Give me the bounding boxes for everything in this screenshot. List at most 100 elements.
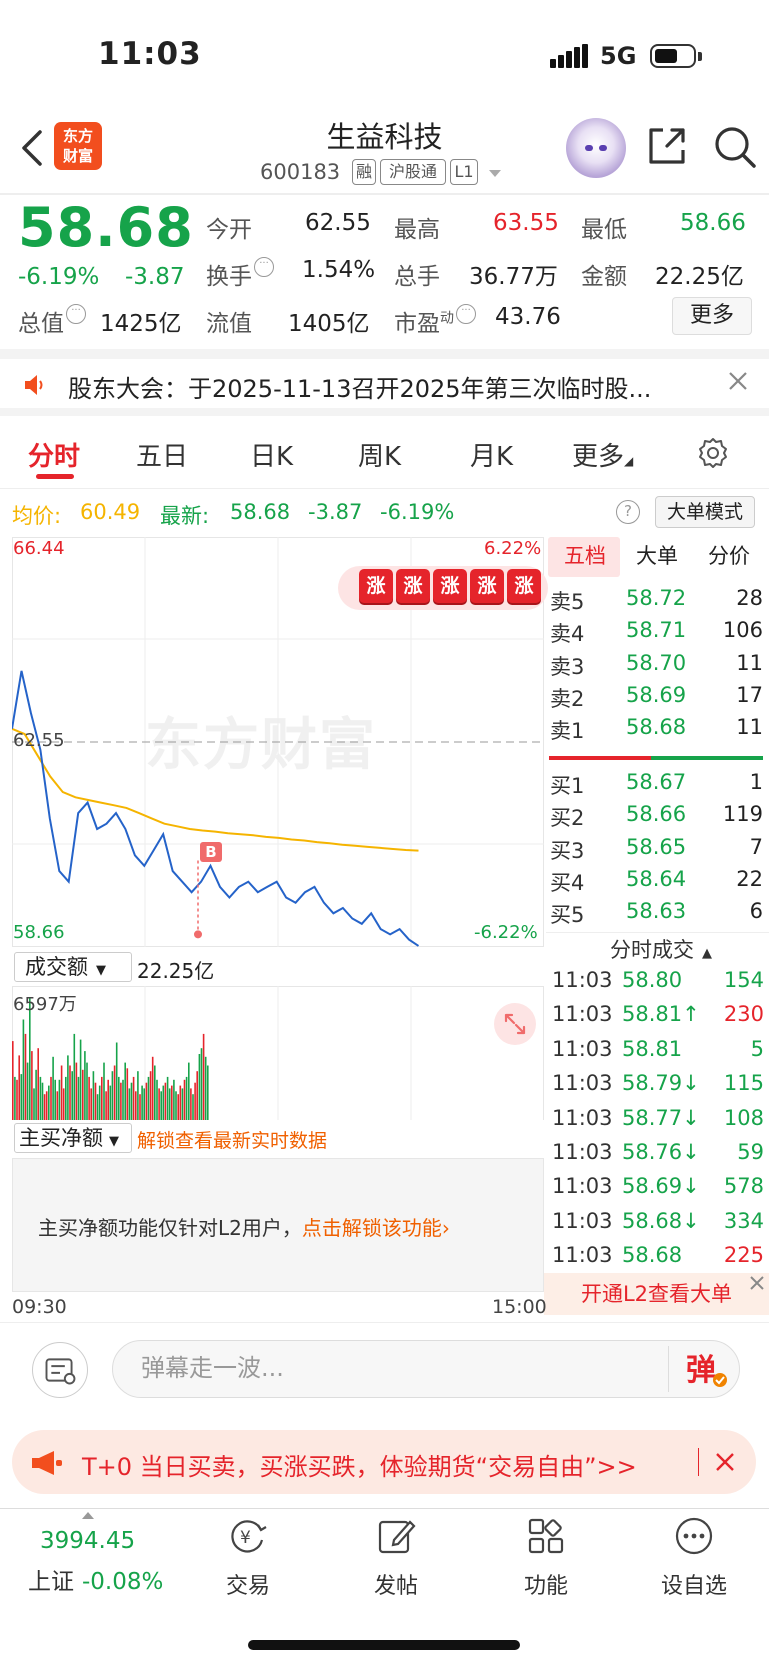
level-price: 58.64	[626, 866, 687, 891]
volume-bar	[86, 1062, 88, 1120]
help-icon[interactable]: ?	[616, 500, 640, 524]
level-tag[interactable]: L1	[450, 159, 478, 185]
chart-bottom-divider	[0, 1322, 769, 1323]
sell-level-row[interactable]: 卖5 58.72 28	[546, 586, 769, 618]
more-quote-button[interactable]: 更多	[672, 297, 752, 335]
nav-trade[interactable]: ¥ 交易	[198, 1516, 298, 1600]
latest-percent: -6.19%	[380, 500, 455, 524]
tab-more[interactable]: 更多◢	[572, 436, 633, 473]
deal-price: 58.81	[622, 1036, 683, 1061]
buy-level-row[interactable]: 买5 58.63 6	[546, 899, 769, 931]
volume-bar	[60, 1065, 63, 1120]
nav-functions[interactable]: 功能	[496, 1516, 596, 1600]
volume-bar	[79, 1039, 82, 1120]
volume-bar	[147, 1076, 150, 1120]
volume-bars-svg	[12, 986, 412, 1120]
chevron-up-icon[interactable]	[82, 1512, 94, 1519]
robot-avatar-icon[interactable]	[566, 118, 626, 178]
volume-bar	[124, 1062, 126, 1120]
volume-bar	[158, 1088, 160, 1120]
volume-bar	[31, 1051, 33, 1120]
buy-level-row[interactable]: 买3 58.65 7	[546, 835, 769, 867]
nav-watchlist[interactable]: 设自选	[644, 1516, 744, 1600]
search-icon[interactable]	[712, 124, 758, 170]
mktcap-label[interactable]: 总值···	[18, 304, 86, 338]
danmu-divider	[668, 1346, 669, 1392]
close-icon[interactable]	[727, 370, 749, 392]
unlock-link[interactable]: 解锁查看最新实时数据	[137, 1126, 327, 1153]
close-icon[interactable]	[714, 1451, 736, 1473]
tab-monthly-k[interactable]: 月K	[470, 436, 513, 473]
lock-message[interactable]: 主买净额功能仅针对L2用户，点击解锁该功能›	[38, 1212, 450, 1241]
deal-price: 58.76↓	[622, 1140, 700, 1164]
l2-upgrade-banner[interactable]: 开通L2查看大单	[544, 1273, 769, 1315]
notice-text[interactable]: 股东大会：于2025-11-13召开2025年第三次临时股...	[68, 369, 688, 404]
volume-bar	[160, 1091, 162, 1120]
net-buy-selector[interactable]: 主买净额 ▼	[14, 1123, 132, 1153]
sell-level-row[interactable]: 卖1 58.68 11	[546, 715, 769, 747]
tab-intraday[interactable]: 分时	[28, 436, 80, 473]
zhang-badge: 涨	[507, 569, 541, 603]
svg-text:弹: 弹	[686, 1353, 716, 1388]
tab-price-distribution[interactable]: 分价	[708, 540, 750, 570]
deal-row: 11:03 58.79↓ 115	[552, 1071, 764, 1105]
deal-row: 11:03 58.80 154	[552, 968, 764, 1002]
volume-bar	[164, 1082, 167, 1120]
tab-five-day[interactable]: 五日	[136, 436, 188, 473]
info-icon[interactable]: ···	[254, 257, 274, 277]
volume-bar	[204, 1056, 207, 1120]
index-ticker[interactable]: 上证 -0.08%	[28, 1562, 163, 1596]
deal-time: 11:03	[552, 1105, 613, 1130]
turnover-label[interactable]: 换手···	[206, 257, 274, 291]
megaphone-icon	[32, 1451, 62, 1475]
volume-selector[interactable]: 成交额 ▼	[14, 952, 132, 982]
volume-bar	[162, 1085, 165, 1120]
chevron-down-icon[interactable]	[489, 170, 501, 177]
gear-icon[interactable]	[696, 436, 730, 470]
volume-bar	[62, 1088, 65, 1120]
danmu-send-icon[interactable]: 弹	[684, 1346, 728, 1392]
deal-time: 11:03	[552, 1243, 613, 1268]
deal-volume: 154	[723, 968, 764, 992]
buy-mark-dot	[194, 930, 202, 939]
buy-level-row[interactable]: 买4 58.64 22	[546, 867, 769, 899]
sell-level-row[interactable]: 卖2 58.69 17	[546, 683, 769, 715]
tab-five-levels[interactable]: 五档	[564, 540, 606, 570]
tab-large-orders[interactable]: 大单	[636, 540, 678, 570]
danmu-settings-icon[interactable]	[32, 1342, 88, 1398]
info-icon[interactable]: ···	[66, 304, 86, 324]
price-line	[12, 670, 420, 947]
volume-label: 总手	[394, 264, 440, 290]
nav-post[interactable]: 发帖	[346, 1516, 446, 1600]
volume-total: 22.25亿	[137, 959, 215, 983]
deal-price: 58.80	[622, 968, 683, 992]
sell-level-row[interactable]: 卖4 58.71 106	[546, 618, 769, 650]
buy-level-row[interactable]: 买1 58.67 1	[546, 770, 769, 802]
tab-daily-k[interactable]: 日K	[250, 436, 293, 473]
volume-bar	[52, 1056, 54, 1120]
tab-weekly-k[interactable]: 周K	[358, 436, 401, 473]
index-value[interactable]: 3994.45	[40, 1528, 135, 1554]
level-price: 58.71	[626, 618, 687, 643]
volume-bar	[39, 1076, 42, 1120]
danmu-input[interactable]: 弹幕走一波...	[112, 1340, 740, 1398]
buy-marker[interactable]: B	[200, 842, 222, 862]
buy-level-row[interactable]: 买2 58.66 119	[546, 802, 769, 834]
deals-title[interactable]: 分时成交 ▲	[610, 934, 712, 964]
volume-bar	[141, 1085, 143, 1120]
pe-label[interactable]: 市盈动 ···	[394, 304, 476, 338]
zhang-badge: 涨	[396, 569, 430, 603]
expand-icon[interactable]	[494, 1003, 536, 1045]
pct-axis-bottom: -6.22%	[474, 922, 538, 943]
deal-volume: 225	[723, 1243, 764, 1268]
volume-bar	[149, 1071, 152, 1120]
share-icon[interactable]	[645, 124, 689, 168]
volume-bar	[14, 1076, 16, 1120]
large-order-mode-button[interactable]: 大单模式	[655, 496, 755, 528]
promo-text[interactable]: T+0 当日买卖，买涨买跌，体验期货“交易自由”>>	[82, 1447, 637, 1482]
info-icon[interactable]: ···	[456, 304, 476, 324]
signal-icon	[550, 44, 590, 68]
sell-level-row[interactable]: 卖3 58.70 11	[546, 651, 769, 683]
bottom-nav-divider	[0, 1508, 769, 1509]
close-icon[interactable]	[748, 1274, 766, 1292]
